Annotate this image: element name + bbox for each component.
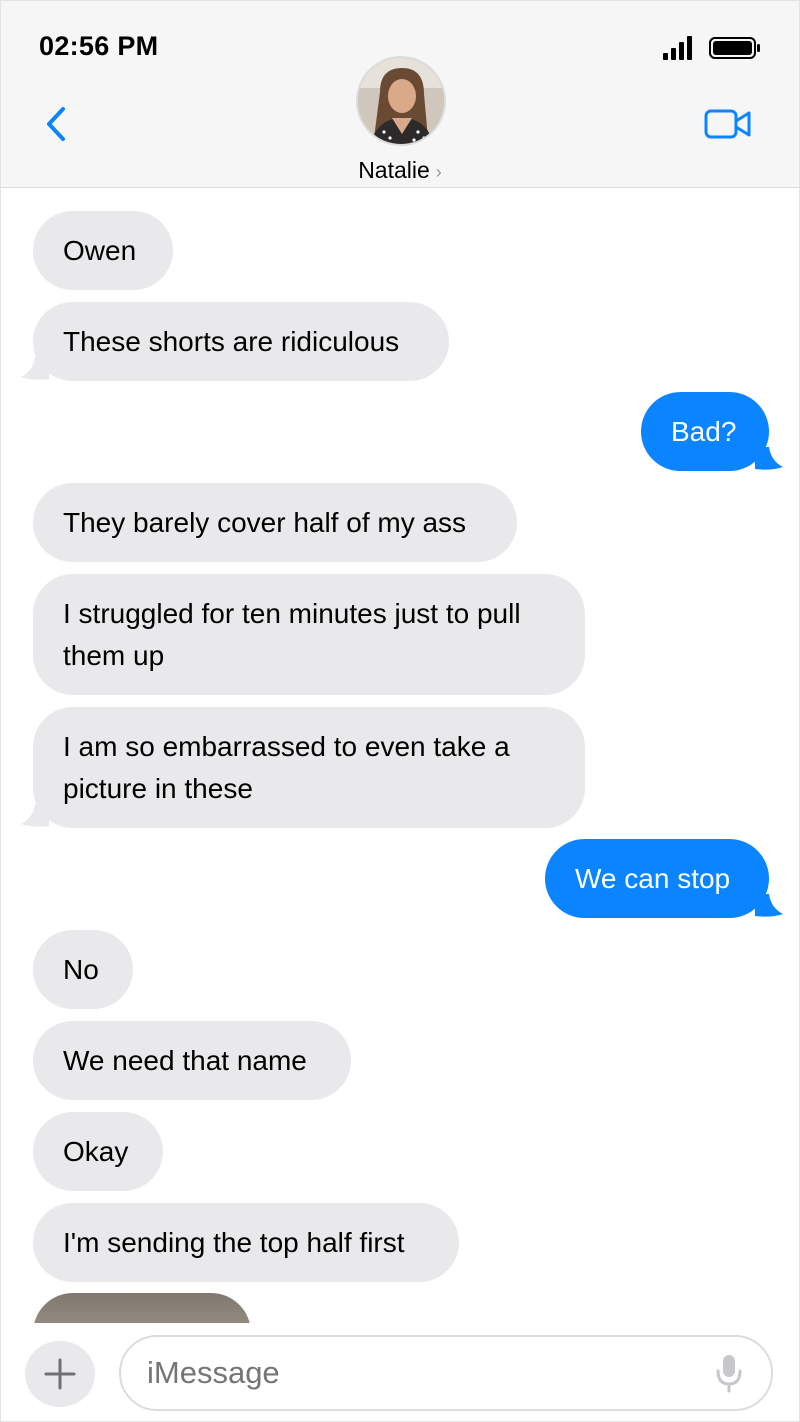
chevron-right-icon: › bbox=[435, 162, 442, 182]
microphone-icon[interactable] bbox=[714, 1353, 744, 1393]
contact-name: Natalie bbox=[358, 157, 430, 183]
message-bubble-incoming[interactable]: Owen bbox=[33, 211, 173, 290]
bubble-tail bbox=[21, 357, 49, 380]
message-text: Bad? bbox=[671, 415, 737, 447]
bubble-tail bbox=[755, 894, 783, 917]
message-bubble-incoming[interactable]: They barely cover half of my ass bbox=[33, 483, 517, 562]
message-bubble-outgoing[interactable]: Bad? bbox=[641, 392, 769, 471]
bubble-tail bbox=[21, 804, 49, 827]
message-bubble-incoming[interactable]: I'm sending the top half first bbox=[33, 1203, 459, 1282]
message-text: No bbox=[63, 953, 99, 985]
message-bubble-incoming[interactable]: Okay bbox=[33, 1112, 163, 1191]
conversation-header: 02:56 PM Natalie › bbox=[1, 1, 799, 188]
plus-icon bbox=[44, 1358, 76, 1390]
message-bubble-outgoing[interactable]: We can stop bbox=[545, 839, 769, 918]
status-time: 02:56 PM bbox=[39, 31, 159, 61]
message-bubble-incoming[interactable]: I am so embarrassed to even take a pictu… bbox=[33, 707, 585, 828]
message-text: We need that name bbox=[63, 1044, 307, 1076]
message-text: They barely cover half of my ass bbox=[63, 506, 467, 538]
message-text: These shorts are ridiculous bbox=[63, 325, 400, 357]
contact-avatar[interactable] bbox=[356, 56, 446, 146]
message-bubble-incoming[interactable]: These shorts are ridiculous bbox=[33, 302, 449, 381]
message-text: I am so embarrassed to even take a pictu… bbox=[63, 730, 510, 804]
bubble-tail bbox=[755, 447, 783, 470]
message-text: I'm sending the top half first bbox=[63, 1226, 405, 1258]
contact-name-button[interactable]: Natalie › bbox=[1, 157, 799, 184]
cellular-signal-icon bbox=[663, 36, 692, 60]
message-text: I struggled for ten minutes just to pull… bbox=[63, 597, 521, 671]
message-bubble-incoming[interactable]: I struggled for ten minutes just to pull… bbox=[33, 574, 585, 695]
plus-button[interactable] bbox=[25, 1341, 95, 1407]
message-bubble-incoming[interactable]: We need that name bbox=[33, 1021, 351, 1100]
battery-icon bbox=[709, 37, 760, 59]
video-camera-icon[interactable] bbox=[704, 105, 752, 143]
message-bubble-incoming[interactable]: No bbox=[33, 930, 133, 1009]
message-text: Owen bbox=[63, 234, 137, 266]
chevron-left-icon[interactable] bbox=[41, 105, 71, 143]
avatar-photo bbox=[358, 58, 444, 144]
message-text: We can stop bbox=[575, 862, 731, 894]
phone-screen: 02:56 PM Natalie › Owen These shorts are… bbox=[0, 0, 800, 1422]
message-input[interactable] bbox=[119, 1335, 773, 1411]
message-text: Okay bbox=[63, 1135, 129, 1167]
